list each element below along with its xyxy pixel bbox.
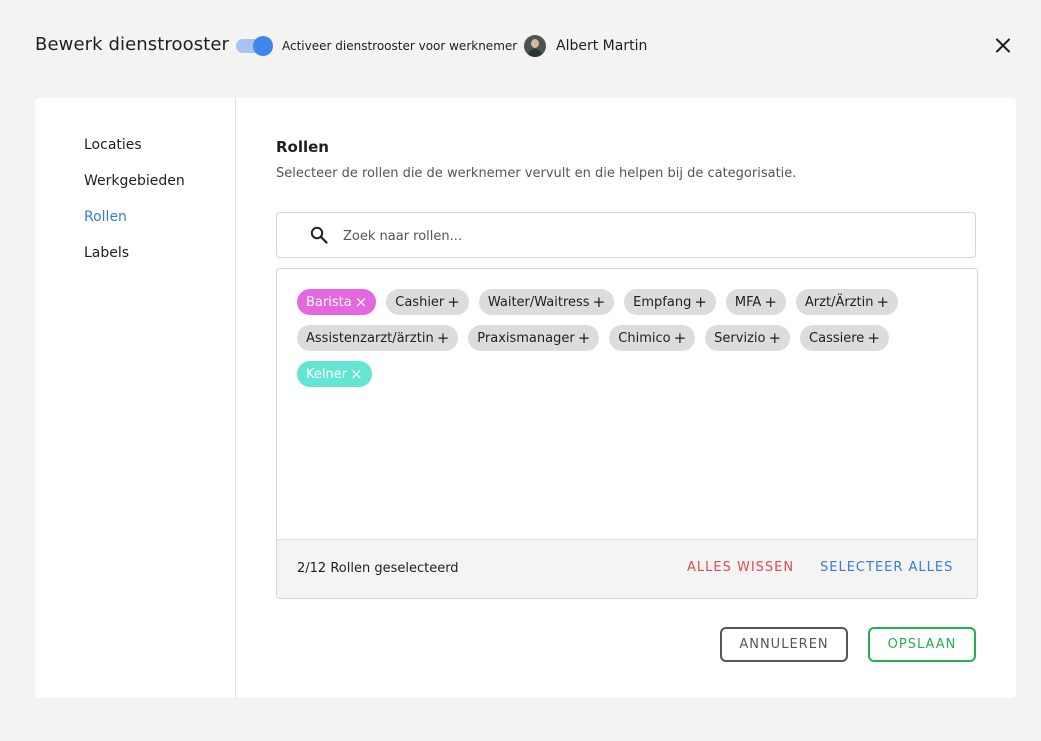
role-search xyxy=(276,212,976,258)
role-chip-label: Praxismanager xyxy=(477,330,575,346)
add-icon: + xyxy=(592,292,606,311)
role-chip-praxismanager[interactable]: Praxismanager + xyxy=(468,325,600,351)
remove-icon: × xyxy=(350,364,363,383)
sidebar-item-locaties[interactable]: Locaties xyxy=(84,137,142,153)
section-description: Selecteer de rollen die de werknemer ver… xyxy=(276,166,797,181)
toggle-label: Activeer dienstrooster voor werknemer xyxy=(282,39,518,53)
add-icon: + xyxy=(768,328,782,347)
section-title: Rollen xyxy=(276,138,329,156)
role-chips: Barista × Cashier + Waiter/Waitress + Empfa… xyxy=(297,289,957,387)
dialog-header: Bewerk dienstrooster Activeer dienstroos… xyxy=(0,0,1041,92)
role-chip-chimico[interactable]: Chimico + xyxy=(609,325,696,351)
role-chip-label: Servizio xyxy=(714,330,766,346)
add-icon: + xyxy=(876,292,890,311)
sidebar-item-labels[interactable]: Labels xyxy=(84,245,129,261)
cancel-button[interactable]: ANNULEREN xyxy=(720,627,848,662)
remove-icon: × xyxy=(354,292,368,311)
close-icon[interactable] xyxy=(992,34,1014,56)
role-chip-label: Waiter/Waitress xyxy=(487,294,590,310)
search-input[interactable] xyxy=(343,225,943,247)
employee-name: Albert Martin xyxy=(556,38,648,54)
roles-box: Barista × Cashier + Waiter/Waitress + Empfa… xyxy=(276,268,978,599)
selected-count: 2/12 Rollen geselecteerd xyxy=(297,561,459,576)
role-chip-mfa[interactable]: MFA + xyxy=(725,289,786,315)
role-chip-assistenzarzt[interactable]: Assistenzarzt/ärztin + xyxy=(297,325,459,351)
save-button[interactable]: OPSLAAN xyxy=(868,627,976,662)
role-chip-label: Assistenzarzt/ärztin xyxy=(306,330,434,346)
search-icon xyxy=(310,226,328,244)
add-icon: + xyxy=(673,328,687,347)
role-chip-waiter-waitress[interactable]: Waiter/Waitress + xyxy=(478,289,615,315)
activate-schedule-toggle[interactable] xyxy=(236,36,274,56)
role-chip-servizio[interactable]: Servizio + xyxy=(705,325,791,351)
sidebar-item-rollen[interactable]: Rollen xyxy=(84,209,127,225)
add-icon: + xyxy=(764,292,777,311)
clear-all-button[interactable]: ALLES WISSEN xyxy=(687,560,794,575)
sidebar-item-werkgebieden[interactable]: Werkgebieden xyxy=(84,173,185,189)
toggle-knob xyxy=(253,36,273,56)
sidebar: Locaties Werkgebieden Rollen Labels xyxy=(35,98,236,698)
role-chip-label: Cassiere xyxy=(809,330,865,346)
add-icon: + xyxy=(867,328,880,347)
add-icon: + xyxy=(436,328,450,347)
role-chip-label: Empfang xyxy=(633,294,692,310)
role-chip-cashier[interactable]: Cashier + xyxy=(386,289,469,315)
role-chip-kelner[interactable]: Kelner × xyxy=(297,361,372,387)
schedule-card: Locaties Werkgebieden Rollen Labels Roll… xyxy=(35,98,1016,698)
roles-footer: 2/12 Rollen geselecteerd ALLES WISSEN SE… xyxy=(277,539,977,598)
dialog-title: Bewerk dienstrooster xyxy=(35,34,230,55)
role-chip-label: Barista xyxy=(306,294,352,310)
select-all-button[interactable]: SELECTEER ALLES xyxy=(820,560,953,575)
role-chip-label: MFA xyxy=(734,294,762,310)
add-icon: + xyxy=(447,292,460,311)
add-icon: + xyxy=(577,328,591,347)
add-icon: + xyxy=(694,292,707,311)
role-chip-empfang[interactable]: Empfang + xyxy=(624,289,716,315)
role-chip-barista[interactable]: Barista × xyxy=(297,289,377,315)
role-chip-arzt[interactable]: Arzt/Ärztin + xyxy=(795,289,899,315)
avatar xyxy=(524,35,546,57)
role-chip-cassiere[interactable]: Cassiere + xyxy=(800,325,889,351)
role-chip-label: Arzt/Ärztin xyxy=(804,294,874,310)
role-chip-label: Cashier xyxy=(395,294,445,310)
role-chip-label: Kelner xyxy=(306,366,348,382)
role-chip-label: Chimico xyxy=(618,330,671,346)
